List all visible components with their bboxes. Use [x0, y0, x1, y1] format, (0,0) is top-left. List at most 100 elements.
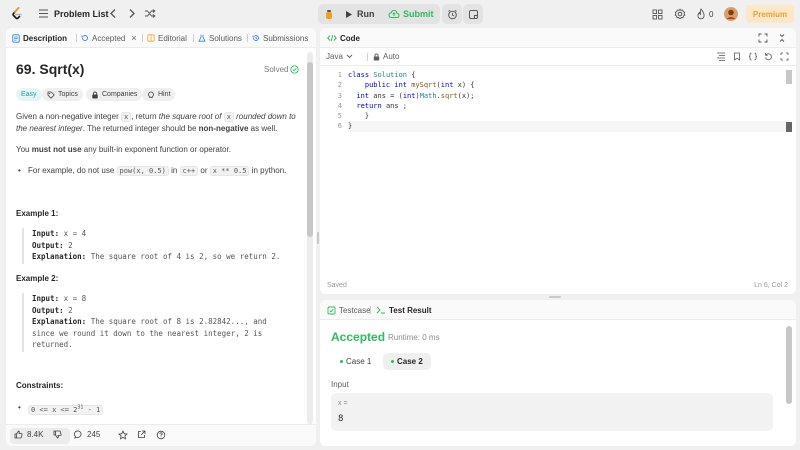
submit-button[interactable]: Submit: [388, 4, 434, 24]
description-panel: Description Accepted × Editorial Solutio…: [6, 28, 316, 446]
editor-toolbar: Java Auto: [320, 48, 796, 66]
comments-button[interactable]: 245: [74, 430, 100, 439]
language-value: Java: [326, 52, 343, 61]
input-value-box[interactable]: x = 8: [331, 393, 773, 431]
autocomplete-mode[interactable]: Auto: [373, 52, 399, 61]
value: returned.: [32, 340, 73, 349]
collapse-icon[interactable]: [777, 33, 787, 45]
problem-list-link[interactable]: Problem List: [54, 9, 109, 19]
line-number: 1: [337, 71, 342, 79]
value: x = 4: [63, 229, 87, 238]
scrollbar-thumb[interactable]: [786, 326, 792, 404]
text: must not use: [31, 145, 82, 154]
tab-description[interactable]: Description: [12, 28, 67, 48]
tab-code[interactable]: Code: [327, 28, 360, 48]
tab-test-result[interactable]: Test Result: [376, 300, 432, 320]
dislike-button[interactable]: [53, 430, 62, 439]
label: Input:: [32, 229, 60, 238]
inline-code: 0 <= x <= 231 - 1: [28, 405, 104, 416]
scrollbar-thumb[interactable]: [307, 62, 313, 237]
text: the square root of: [158, 112, 224, 121]
code-editor[interactable]: class Solution { public int mySqrt(int x…: [348, 70, 788, 132]
topics-chip[interactable]: Topics: [42, 88, 83, 101]
tab-submissions[interactable]: Submissions: [252, 28, 308, 48]
problem-title[interactable]: 69. Sqrt(x): [16, 61, 84, 77]
share-button[interactable]: [137, 430, 146, 439]
inline-code: c++: [179, 166, 199, 176]
chevron-down-icon: [346, 54, 353, 59]
prev-problem-icon[interactable]: [109, 8, 118, 19]
streak-counter[interactable]: 0: [696, 8, 713, 20]
favorite-button[interactable]: [118, 430, 128, 440]
description-scrollbar[interactable]: [307, 52, 313, 424]
result-tabbar: Testcase Test Result: [320, 300, 796, 320]
problem-constraint-note: You must not use any built-in exponent f…: [16, 144, 301, 156]
companies-chip[interactable]: Companies: [86, 88, 143, 101]
code-line[interactable]: public int mySqrt(int x) {: [348, 80, 788, 90]
inline-code: x ** 0.5: [209, 166, 250, 176]
layout-grid-icon[interactable]: [652, 9, 663, 20]
star-icon: [118, 430, 128, 440]
text: You: [16, 145, 32, 154]
run-submit-group: Run Submit: [318, 4, 440, 24]
shuffle-icon[interactable]: [144, 8, 156, 19]
editor-scrollbar[interactable]: [786, 70, 792, 285]
history-icon: [81, 35, 88, 41]
tab-editorial[interactable]: Editorial: [147, 28, 187, 48]
hint-chip[interactable]: Hint: [142, 88, 176, 101]
code-line[interactable]: int ans = (int)Math.sqrt(x);: [348, 91, 788, 101]
code-line[interactable]: }: [348, 121, 788, 132]
maximize-icon[interactable]: [758, 33, 768, 45]
language-select[interactable]: Java: [326, 52, 353, 61]
leetcode-logo[interactable]: [10, 7, 24, 21]
format-code-icon[interactable]: [716, 52, 726, 63]
text: . The returned integer should be: [82, 124, 199, 133]
code-line[interactable]: class Solution {: [348, 70, 788, 80]
save-status: Saved: [327, 282, 347, 289]
debug-icon[interactable]: [324, 4, 334, 24]
case-1-label: Case 1: [346, 357, 372, 366]
text: non-negative: [198, 124, 249, 133]
bookmark-icon[interactable]: [733, 52, 741, 63]
line-number: 2: [337, 81, 342, 90]
vertical-resize-handle[interactable]: [317, 232, 319, 244]
fullscreen-icon[interactable]: [780, 52, 789, 63]
help-button[interactable]: [156, 430, 166, 440]
topics-label: Topics: [58, 91, 78, 98]
document-icon: [12, 33, 20, 43]
text: Given a non-negative integer: [16, 112, 121, 121]
streak-count: 0: [709, 9, 714, 19]
reset-icon[interactable]: [764, 52, 773, 63]
case-2-tab[interactable]: Case 2: [383, 353, 431, 370]
like-button[interactable]: 8.4K: [14, 430, 43, 439]
tab-accepted[interactable]: Accepted ×: [81, 28, 137, 48]
inline-code: x: [120, 112, 132, 122]
next-problem-icon[interactable]: [127, 8, 136, 19]
notes-icon[interactable]: [463, 4, 483, 24]
premium-button[interactable]: Premium: [746, 5, 794, 23]
close-icon[interactable]: ×: [131, 33, 136, 43]
comment-count: 245: [87, 430, 101, 439]
code-line[interactable]: return ans ;: [348, 101, 788, 111]
fire-icon: [697, 8, 705, 20]
solved-status: Solved: [264, 65, 300, 74]
run-button[interactable]: Run: [344, 4, 375, 24]
text: in: [168, 166, 180, 175]
settings-gear-icon[interactable]: [674, 8, 686, 20]
problem-list-icon[interactable]: [38, 8, 49, 19]
horizontal-resize-handle[interactable]: [549, 296, 561, 298]
braces-icon[interactable]: [748, 52, 758, 63]
code-line[interactable]: }: [348, 111, 788, 121]
code-editor-panel: Code Java Auto 1 2 3 4 5 6 class Solutio…: [320, 28, 796, 294]
tag-icon: [47, 91, 55, 99]
value: 2: [68, 240, 73, 250]
case-1-tab[interactable]: Case 1: [332, 353, 379, 370]
example-1-block: Input: x = 4 Output: 2 Explanation: The …: [22, 228, 302, 264]
user-avatar[interactable]: [724, 7, 738, 21]
tab-solutions[interactable]: Solutions: [198, 28, 242, 48]
tab-testcase[interactable]: Testcase: [327, 300, 371, 320]
timer-icon[interactable]: [442, 4, 462, 24]
result-scrollbar[interactable]: [786, 326, 792, 416]
mode-value: Auto: [383, 52, 400, 61]
difficulty-badge[interactable]: Easy: [16, 88, 42, 101]
